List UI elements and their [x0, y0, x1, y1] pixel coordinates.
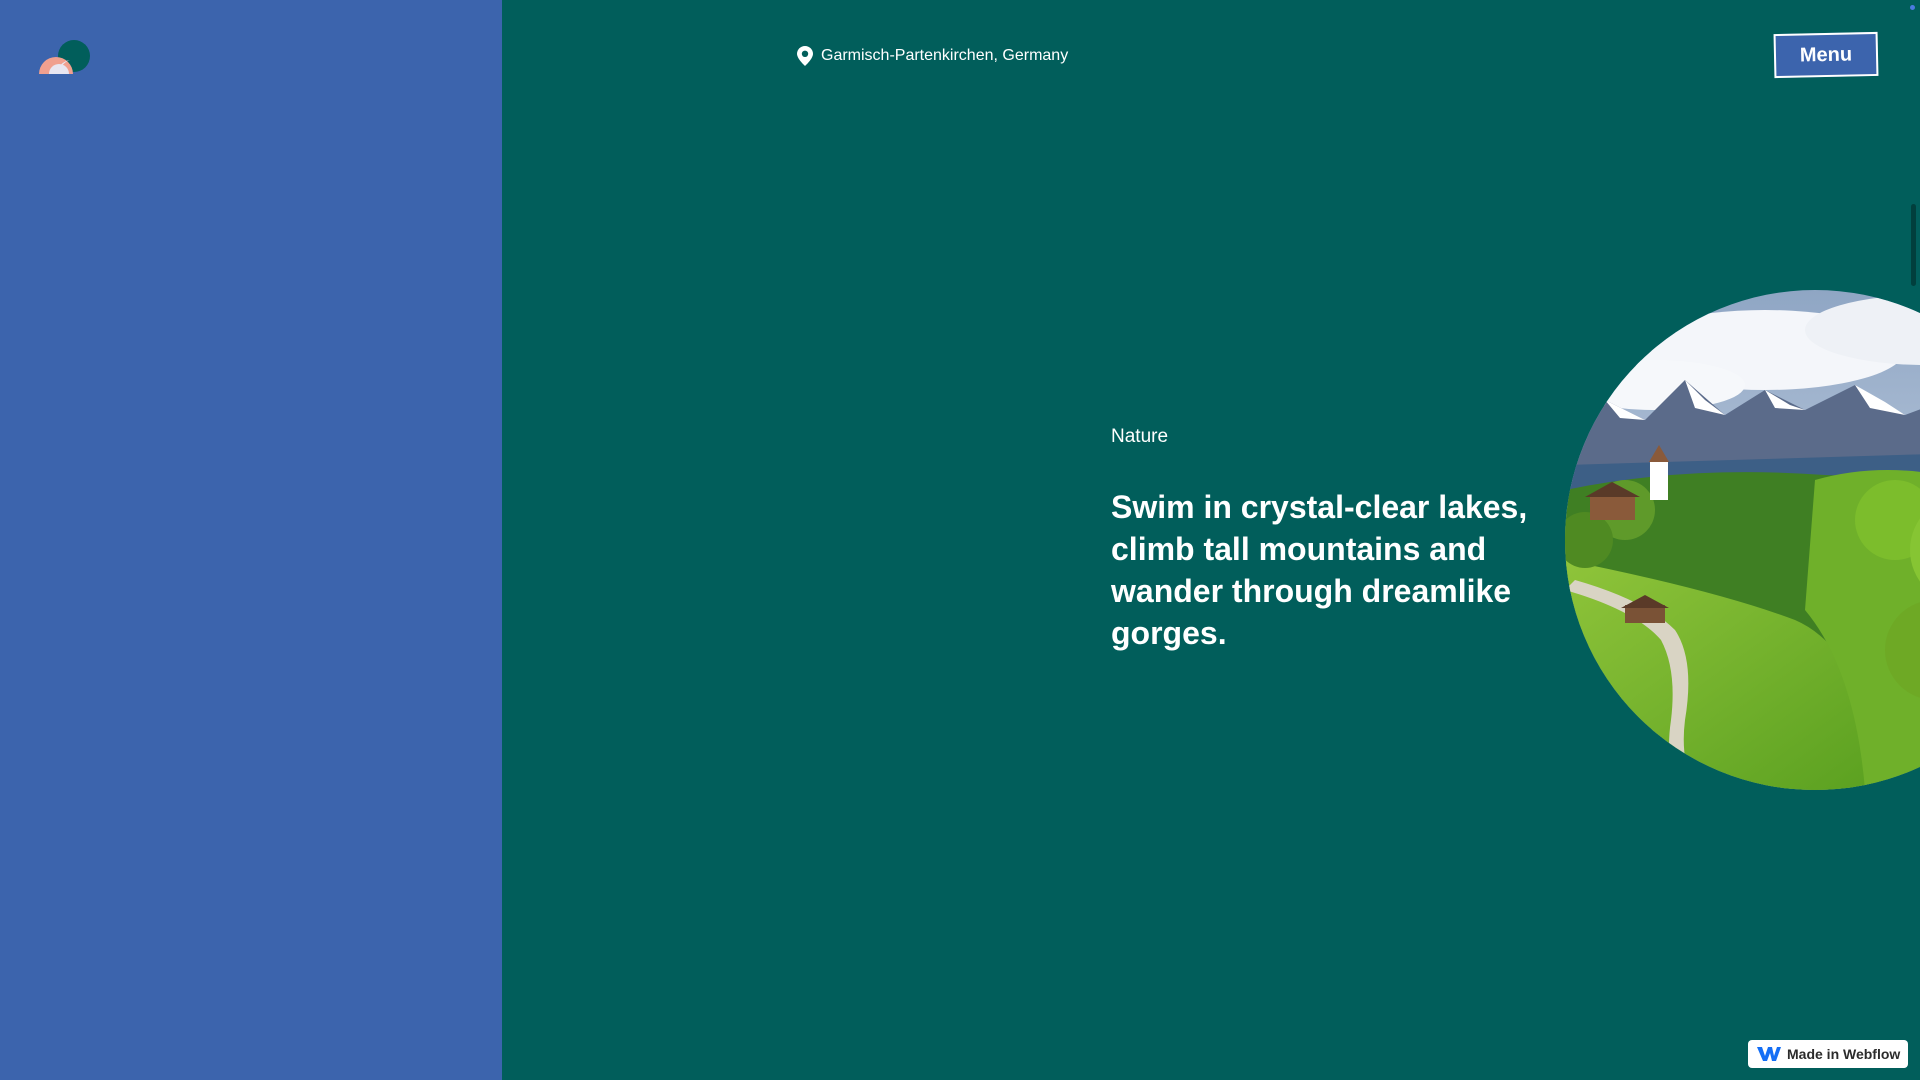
corner-indicator: [1910, 5, 1915, 10]
hero-headline: Swim in crystal-clear lakes, climb tall …: [1111, 489, 1528, 651]
category-label: Nature: [1111, 426, 1169, 447]
location: Garmisch-Partenkirchen, Germany: [797, 46, 1068, 66]
map-pin-icon: [797, 46, 813, 66]
landscape-photo: [1565, 290, 1920, 790]
left-panel: [0, 0, 502, 1080]
logo-icon: [39, 40, 90, 74]
landscape-illustration: [1565, 290, 1920, 790]
menu-button[interactable]: Menu: [1773, 31, 1879, 79]
page: Garmisch-Partenkirchen, Germany Menu Nat…: [0, 0, 1920, 1080]
webflow-logo-icon: [1757, 1047, 1781, 1061]
scrollbar-thumb[interactable]: [1911, 204, 1916, 286]
badge-label: Made in Webflow: [1787, 1046, 1901, 1062]
logo[interactable]: [39, 39, 95, 75]
made-in-webflow-badge[interactable]: Made in Webflow: [1748, 1040, 1908, 1068]
location-text: Garmisch-Partenkirchen, Germany: [821, 47, 1069, 64]
